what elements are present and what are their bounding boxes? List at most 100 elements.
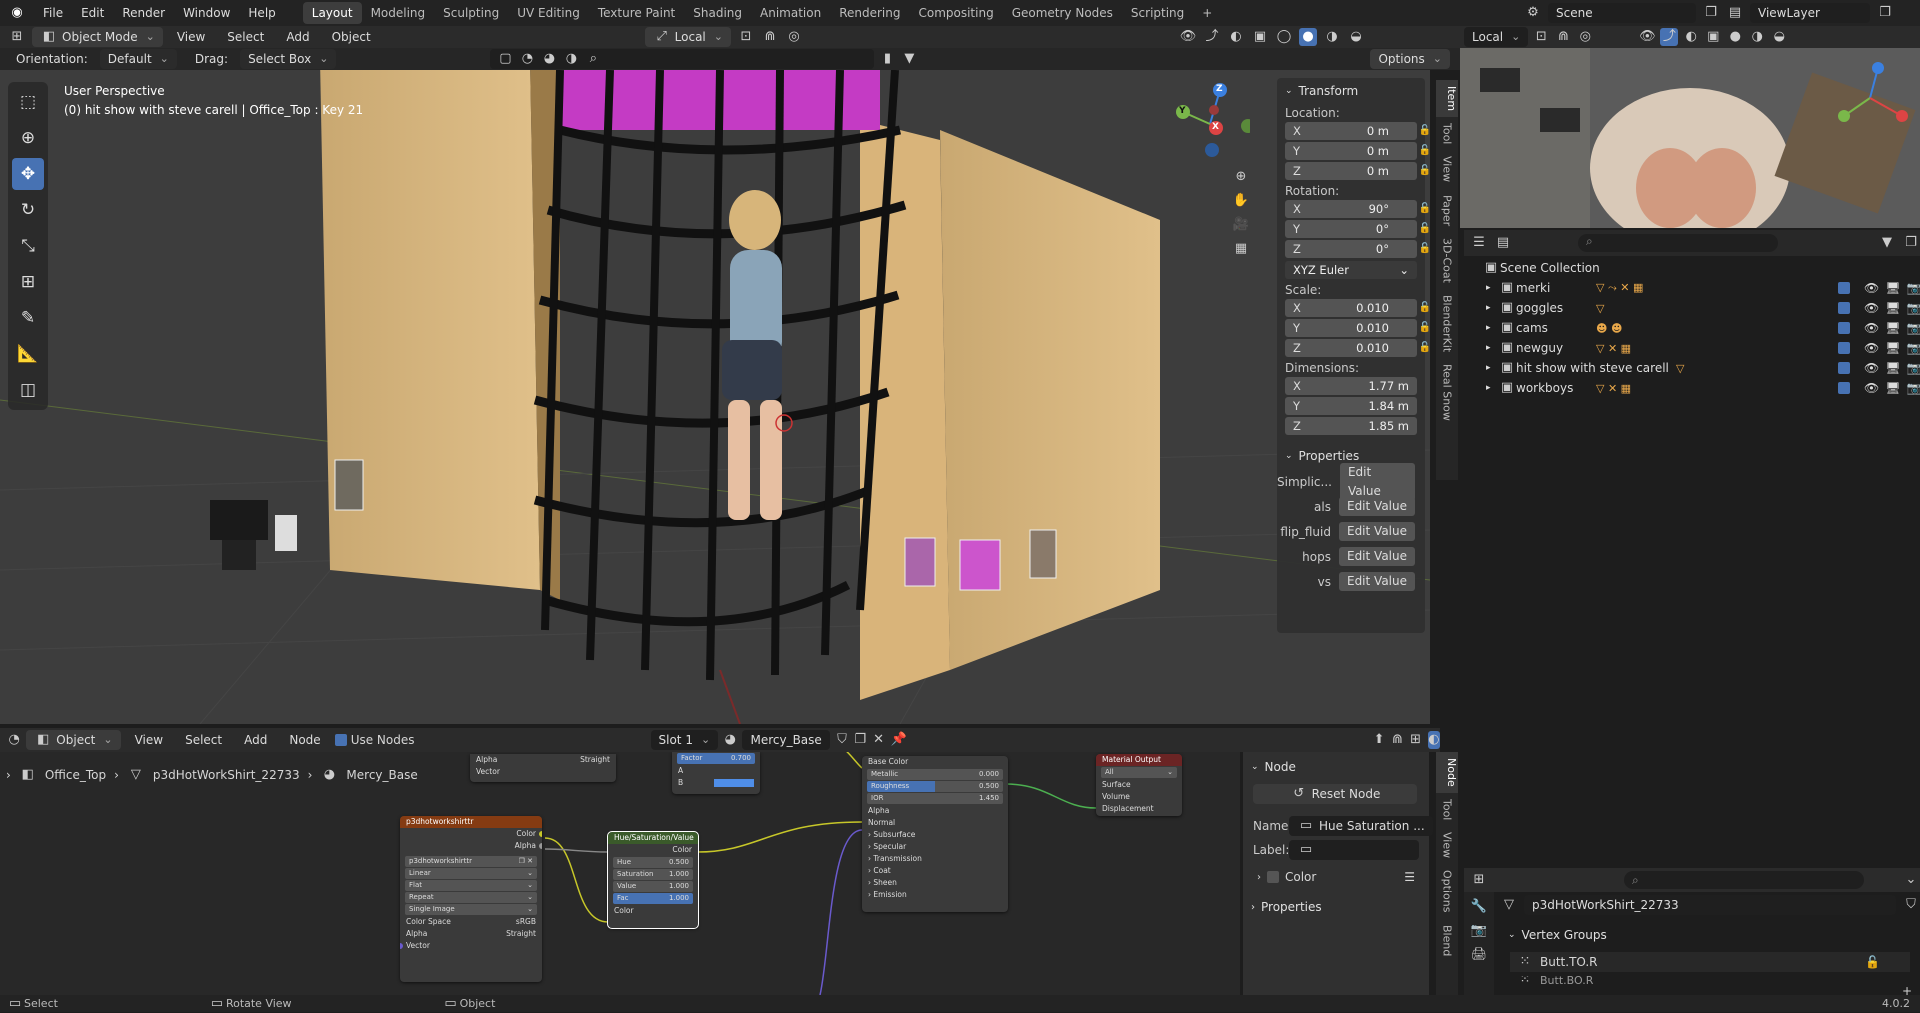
shading-wireframe-icon[interactable]: ◯ — [1275, 28, 1293, 46]
vertex-group-item[interactable]: ⁙ Butt.TO.R 🔓 — [1510, 952, 1910, 972]
camera-render-icon[interactable]: 📷 — [1906, 321, 1920, 335]
location-z-field[interactable]: Z0 m 🔓 — [1285, 162, 1431, 180]
eye-icon[interactable]: 👁 — [1864, 321, 1879, 335]
edit-value-button[interactable]: Edit Value — [1338, 572, 1415, 591]
mesh-datablock-field[interactable]: p3dHotWorkShirt_22733 — [1524, 895, 1896, 915]
include-checkbox[interactable] — [1838, 362, 1850, 374]
proportional-edit-icon[interactable]: ◎ — [785, 28, 803, 46]
principled-bsdf-node[interactable]: Base Color Metallic 0.000 Roughness 0.500 … — [862, 756, 1008, 912]
node-label-field[interactable]: ▭ — [1289, 840, 1419, 860]
tab-view[interactable]: View — [1441, 826, 1454, 864]
ior-field[interactable]: IOR 1.450 — [867, 793, 1003, 804]
hue-field[interactable]: Hue 0.500 — [613, 857, 693, 868]
snap-mode-icon[interactable]: ⊞ — [1409, 731, 1421, 749]
expand-arrow-icon[interactable]: ▸ — [1486, 363, 1498, 373]
snap-icon[interactable]: ⋒ — [1391, 731, 1403, 749]
select-tool-icon[interactable]: ⬚ — [12, 86, 44, 118]
color-swatch[interactable] — [714, 779, 754, 787]
overlay-toggle-icon[interactable]: ◐ — [1427, 731, 1440, 749]
display-mode-icon[interactable]: ▤ — [1494, 234, 1512, 252]
overlay-toggle-icon[interactable]: ◐ — [1227, 28, 1245, 46]
filter-icon[interactable]: ▼ — [900, 50, 918, 68]
visibility-icon[interactable]: 👁 — [1638, 28, 1656, 46]
blender-logo-icon[interactable]: ◉ — [8, 4, 26, 22]
transform-orientation-dropdown[interactable]: ⤢ Local — [644, 27, 731, 47]
edit-value-button[interactable]: Edit Value — [1338, 547, 1415, 566]
camera-render-icon[interactable]: 📷 — [1906, 381, 1920, 395]
expand-arrow-icon[interactable]: ▸ — [1486, 343, 1498, 353]
vertex-group-item[interactable]: ⁙ Butt.BO.R — [1510, 976, 1910, 984]
select-mode-icon[interactable]: ◔ — [518, 50, 536, 68]
tab-blend[interactable]: Blend — [1441, 919, 1454, 962]
tab-tool[interactable]: Tool — [1441, 793, 1454, 826]
tab-node[interactable]: Node — [1436, 752, 1458, 793]
snap-icon[interactable]: ⋒ — [1554, 28, 1572, 46]
tab-paper[interactable]: Paper — [1441, 189, 1454, 232]
expand-arrow-icon[interactable]: ▸ — [1486, 283, 1498, 293]
roughness-field[interactable]: Roughness 0.500 — [867, 781, 1003, 792]
include-checkbox[interactable] — [1838, 382, 1850, 394]
viewport-search-bar[interactable]: ▢ ◔ ◕ ◑ ⌕ — [490, 49, 875, 69]
select-menu[interactable]: Select — [219, 27, 272, 47]
snap-icon[interactable]: ⋒ — [761, 28, 779, 46]
preview-navigation-gizmo[interactable] — [1830, 58, 1910, 138]
tab-sculpting[interactable]: Sculpting — [434, 2, 508, 24]
material-slot-dropdown[interactable]: Slot 1 — [650, 730, 719, 750]
navigation-gizmo[interactable]: Z Y X — [1170, 82, 1255, 162]
transform-tool-icon[interactable]: ⊞ — [12, 266, 44, 298]
view-menu[interactable]: View — [169, 27, 213, 47]
pivot-icon[interactable]: ⊡ — [737, 28, 755, 46]
eye-icon[interactable]: 👁 — [1864, 281, 1879, 295]
move-tool-icon[interactable]: ✥ — [12, 158, 44, 190]
fake-user-shield-icon[interactable]: ⛉ — [1902, 896, 1920, 914]
mode-selector[interactable]: ◧ Object Mode — [32, 27, 163, 47]
tab-compositing[interactable]: Compositing — [909, 2, 1002, 24]
source-dropdown[interactable]: Single Image ⌄ — [405, 904, 537, 915]
shader-type-dropdown[interactable]: ◧ Object — [26, 730, 121, 750]
unlink-material-icon[interactable]: ✕ — [872, 731, 884, 749]
shading-rendered-icon[interactable]: ◒ — [1347, 28, 1365, 46]
tab-modeling[interactable]: Modeling — [362, 2, 435, 24]
xray-icon[interactable]: ▣ — [1704, 28, 1722, 46]
rotate-tool-icon[interactable]: ↻ — [12, 194, 44, 226]
output-target-dropdown[interactable]: All ⌄ — [1101, 767, 1177, 778]
include-checkbox[interactable] — [1838, 282, 1850, 294]
color-space-row[interactable]: Color Space sRGB — [400, 916, 542, 928]
collection-row-goggles[interactable]: ▸ ▣ goggles ▽ 👁 🖥 📷 — [1464, 298, 1920, 318]
search-icon[interactable]: ⌕ — [584, 50, 602, 68]
add-menu[interactable]: Add — [278, 27, 317, 47]
image-texture-node[interactable]: p3dhotworkshirttr Color Alpha p3dhotwork… — [400, 816, 542, 982]
dimensions-y-field[interactable]: Y 1.84 m — [1285, 397, 1417, 415]
expand-arrow-icon[interactable]: ▸ — [1486, 323, 1498, 333]
shading-solid-icon[interactable]: ● — [1298, 28, 1317, 46]
scene-selector[interactable]: Scene — [1548, 3, 1696, 23]
annotate-tool-icon[interactable]: ✎ — [12, 302, 44, 334]
visibility-icon[interactable]: 👁 — [1179, 28, 1197, 46]
tab-uv-editing[interactable]: UV Editing — [508, 2, 589, 24]
node-color-row[interactable]: › Color ☰ — [1257, 870, 1415, 884]
properties-search-input[interactable]: ⌕ — [1624, 871, 1864, 889]
shading-material-icon[interactable]: ◑ — [1748, 28, 1766, 46]
overlay-toggle-icon[interactable]: ◐ — [1682, 28, 1700, 46]
preview-viewport[interactable] — [1460, 48, 1920, 228]
material-browse-icon[interactable]: ◕ — [724, 731, 736, 749]
rotation-mode-dropdown[interactable]: XYZ Euler ⌄ — [1285, 261, 1417, 279]
metallic-field[interactable]: Metallic 0.000 — [867, 769, 1003, 780]
shading-material-icon[interactable]: ◑ — [1323, 28, 1341, 46]
outliner-editor-icon[interactable]: ☰ — [1470, 234, 1488, 252]
location-y-field[interactable]: Y0 m 🔓 — [1285, 142, 1431, 160]
shading-solid-icon[interactable]: ● — [1726, 28, 1744, 46]
collection-row-merki[interactable]: ▸ ▣ merki ▽ ⤳ ✕ ▦ 👁 🖥 📷 — [1464, 278, 1920, 298]
add-cube-tool-icon[interactable]: ◫ — [12, 374, 44, 406]
transmission-panel[interactable]: › Transmission — [862, 853, 1008, 865]
select-box-icon[interactable]: ▢ — [496, 50, 514, 68]
alpha-mode-row[interactable]: Alpha Straight — [400, 928, 542, 940]
tab-real-snow[interactable]: Real Snow — [1441, 358, 1454, 427]
select-mode-3-icon[interactable]: ◑ — [562, 50, 580, 68]
collection-row-hit-show[interactable]: ▸ ▣ hit show with steve carell ▽ 👁 🖥 📷 — [1464, 358, 1920, 378]
list-icon[interactable]: ☰ — [1404, 870, 1415, 884]
interpolation-dropdown[interactable]: Linear ⌄ — [405, 868, 537, 879]
emission-panel[interactable]: › Emission — [862, 889, 1008, 901]
edit-value-button[interactable]: Edit Value — [1338, 522, 1415, 541]
use-nodes-checkbox[interactable]: Use Nodes — [334, 733, 415, 747]
